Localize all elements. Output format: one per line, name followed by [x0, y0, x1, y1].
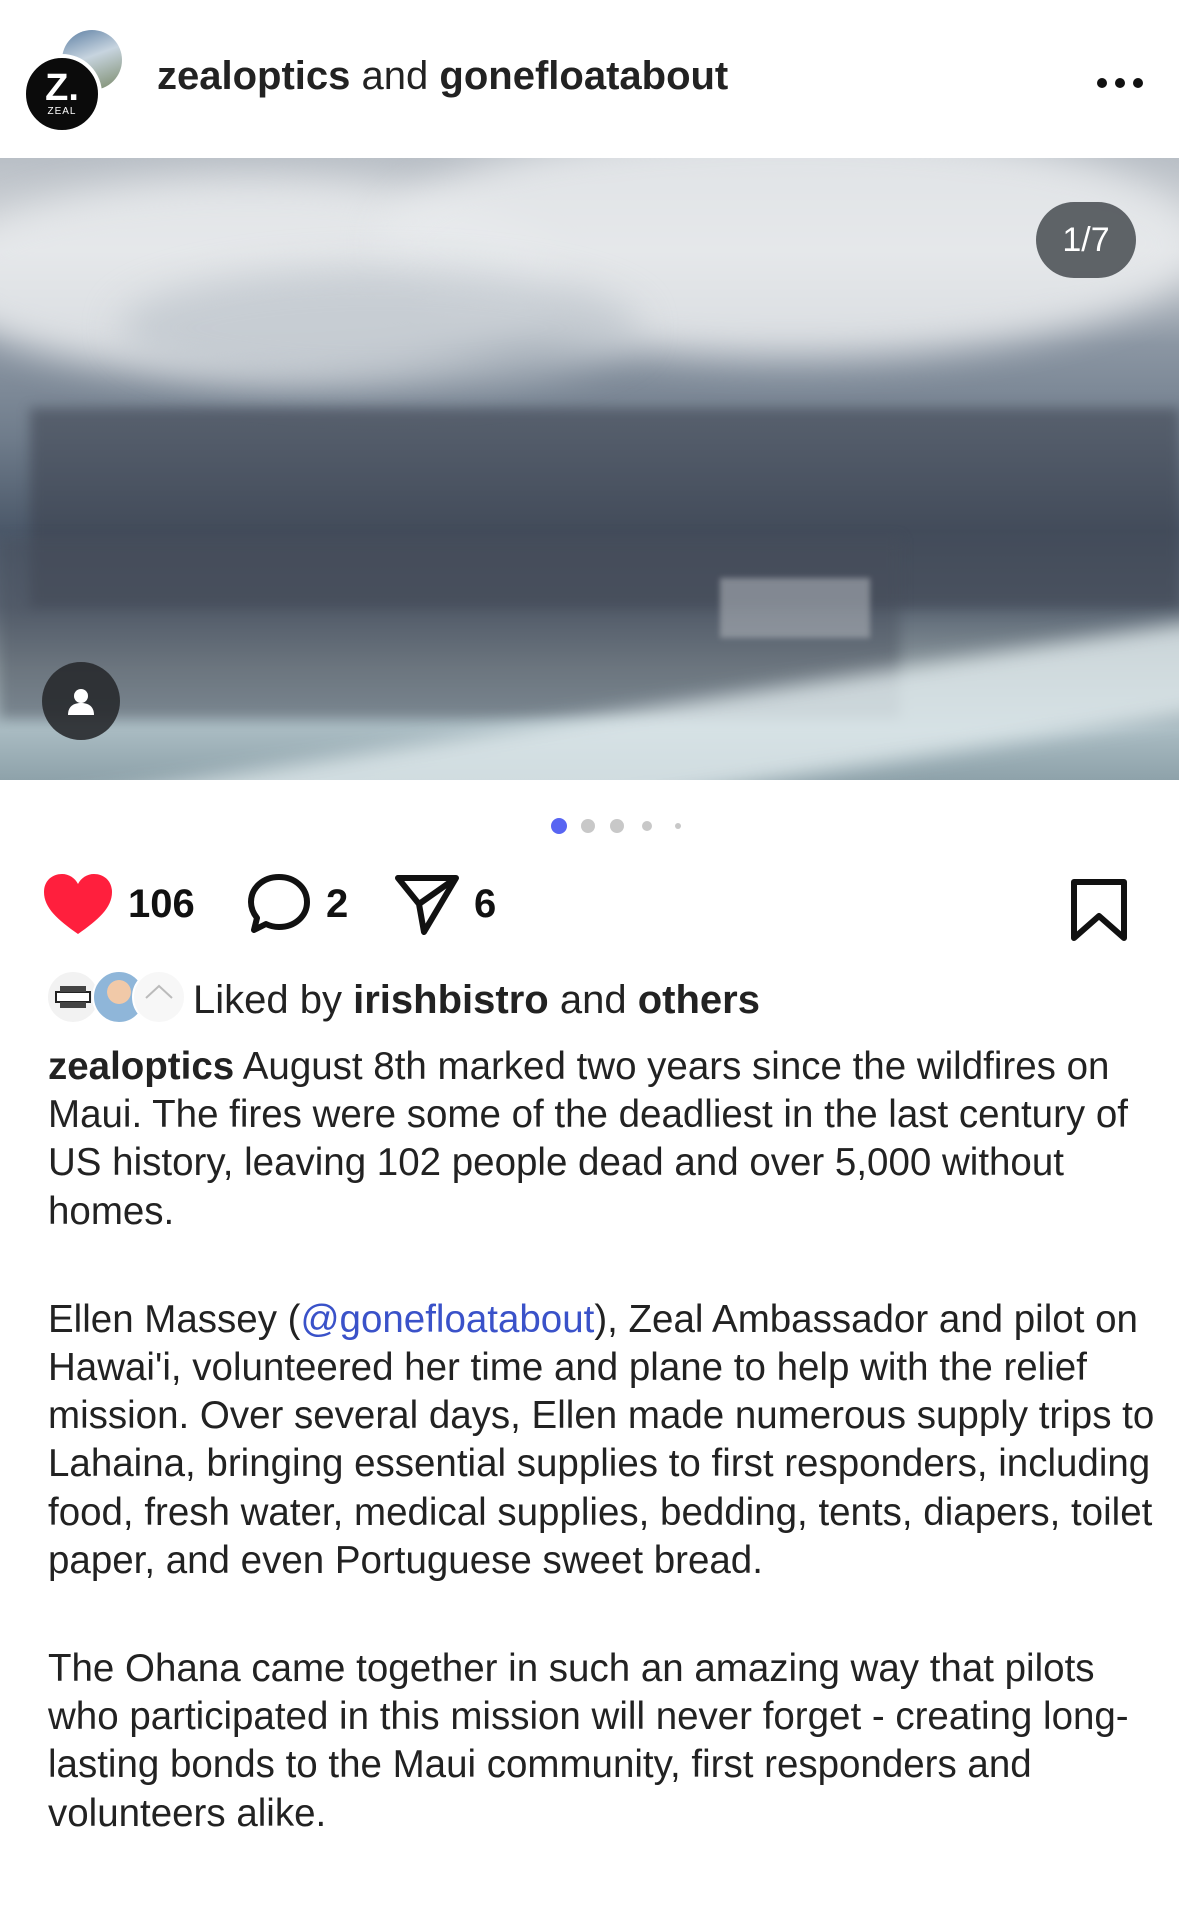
- liked-by-conjunction: and: [559, 978, 627, 1022]
- tagged-users-button[interactable]: [42, 662, 120, 740]
- zeal-logo-text: ZEAL: [47, 106, 77, 117]
- like-action[interactable]: 106: [42, 874, 195, 934]
- carousel-dot-active: [551, 818, 567, 834]
- save-button[interactable]: [1069, 878, 1129, 947]
- comment-icon[interactable]: [246, 872, 312, 936]
- bookmark-icon: [1071, 879, 1127, 941]
- liked-by-text: Liked by irishbistro and others: [193, 978, 760, 1023]
- caption-paragraph-1: zealoptics August 8th marked two years s…: [48, 1043, 1158, 1236]
- liker-avatar-house: [132, 970, 186, 1024]
- caption-paragraph-2: Ellen Massey (@gonefloatabout), Zeal Amb…: [48, 1296, 1158, 1585]
- carousel-dot: [675, 823, 681, 829]
- liked-by-prefix: Liked by: [193, 978, 342, 1022]
- murphys-logo-icon: [55, 986, 91, 1008]
- post-caption: zealoptics August 8th marked two years s…: [48, 1043, 1158, 1898]
- more-options-button[interactable]: [1096, 62, 1144, 92]
- authors-conjunction: and: [361, 54, 429, 98]
- author-gonefloatabout[interactable]: gonefloatabout: [439, 54, 728, 98]
- user-tag-icon: [68, 689, 94, 715]
- shares-count: 6: [474, 881, 497, 926]
- post-header: Z. ZEAL zealoptics and gonefloatabout: [0, 0, 1179, 158]
- post-photo[interactable]: 1/7: [0, 158, 1179, 780]
- share-action[interactable]: 6: [394, 872, 497, 936]
- photo-counter: 1/7: [1036, 202, 1136, 278]
- more-horizontal-icon: [1097, 78, 1143, 88]
- carousel-dot: [581, 819, 595, 833]
- zeal-logo-letter: Z.: [45, 67, 79, 109]
- comments-count: 2: [326, 881, 349, 926]
- caption-paragraph-3: The Ohana came together in such an amazi…: [48, 1647, 1129, 1835]
- share-icon[interactable]: [394, 872, 460, 936]
- carousel-dot: [610, 819, 624, 833]
- liked-by-row[interactable]: Liked by irishbistro and others: [0, 966, 1179, 1032]
- caption-text-2a: Ellen Massey (: [48, 1297, 301, 1341]
- caption-mention[interactable]: @gonefloatabout: [300, 1298, 594, 1341]
- house-icon: [145, 984, 173, 999]
- post-actions: 106 2 6: [0, 874, 1179, 966]
- collab-avatars[interactable]: Z. ZEAL: [18, 30, 122, 134]
- liked-by-others[interactable]: others: [638, 978, 760, 1022]
- comment-action[interactable]: 2: [246, 874, 348, 934]
- heart-icon[interactable]: [42, 872, 114, 936]
- liked-by-user[interactable]: irishbistro: [353, 978, 549, 1022]
- likes-count: 106: [128, 881, 195, 926]
- post-authors: zealoptics and gonefloatabout: [157, 54, 728, 99]
- caption-username[interactable]: zealoptics: [48, 1045, 234, 1088]
- zealoptics-avatar[interactable]: Z. ZEAL: [22, 54, 102, 134]
- carousel-indicator: [0, 780, 1179, 874]
- carousel-dot: [642, 821, 652, 831]
- author-zealoptics[interactable]: zealoptics: [157, 54, 350, 98]
